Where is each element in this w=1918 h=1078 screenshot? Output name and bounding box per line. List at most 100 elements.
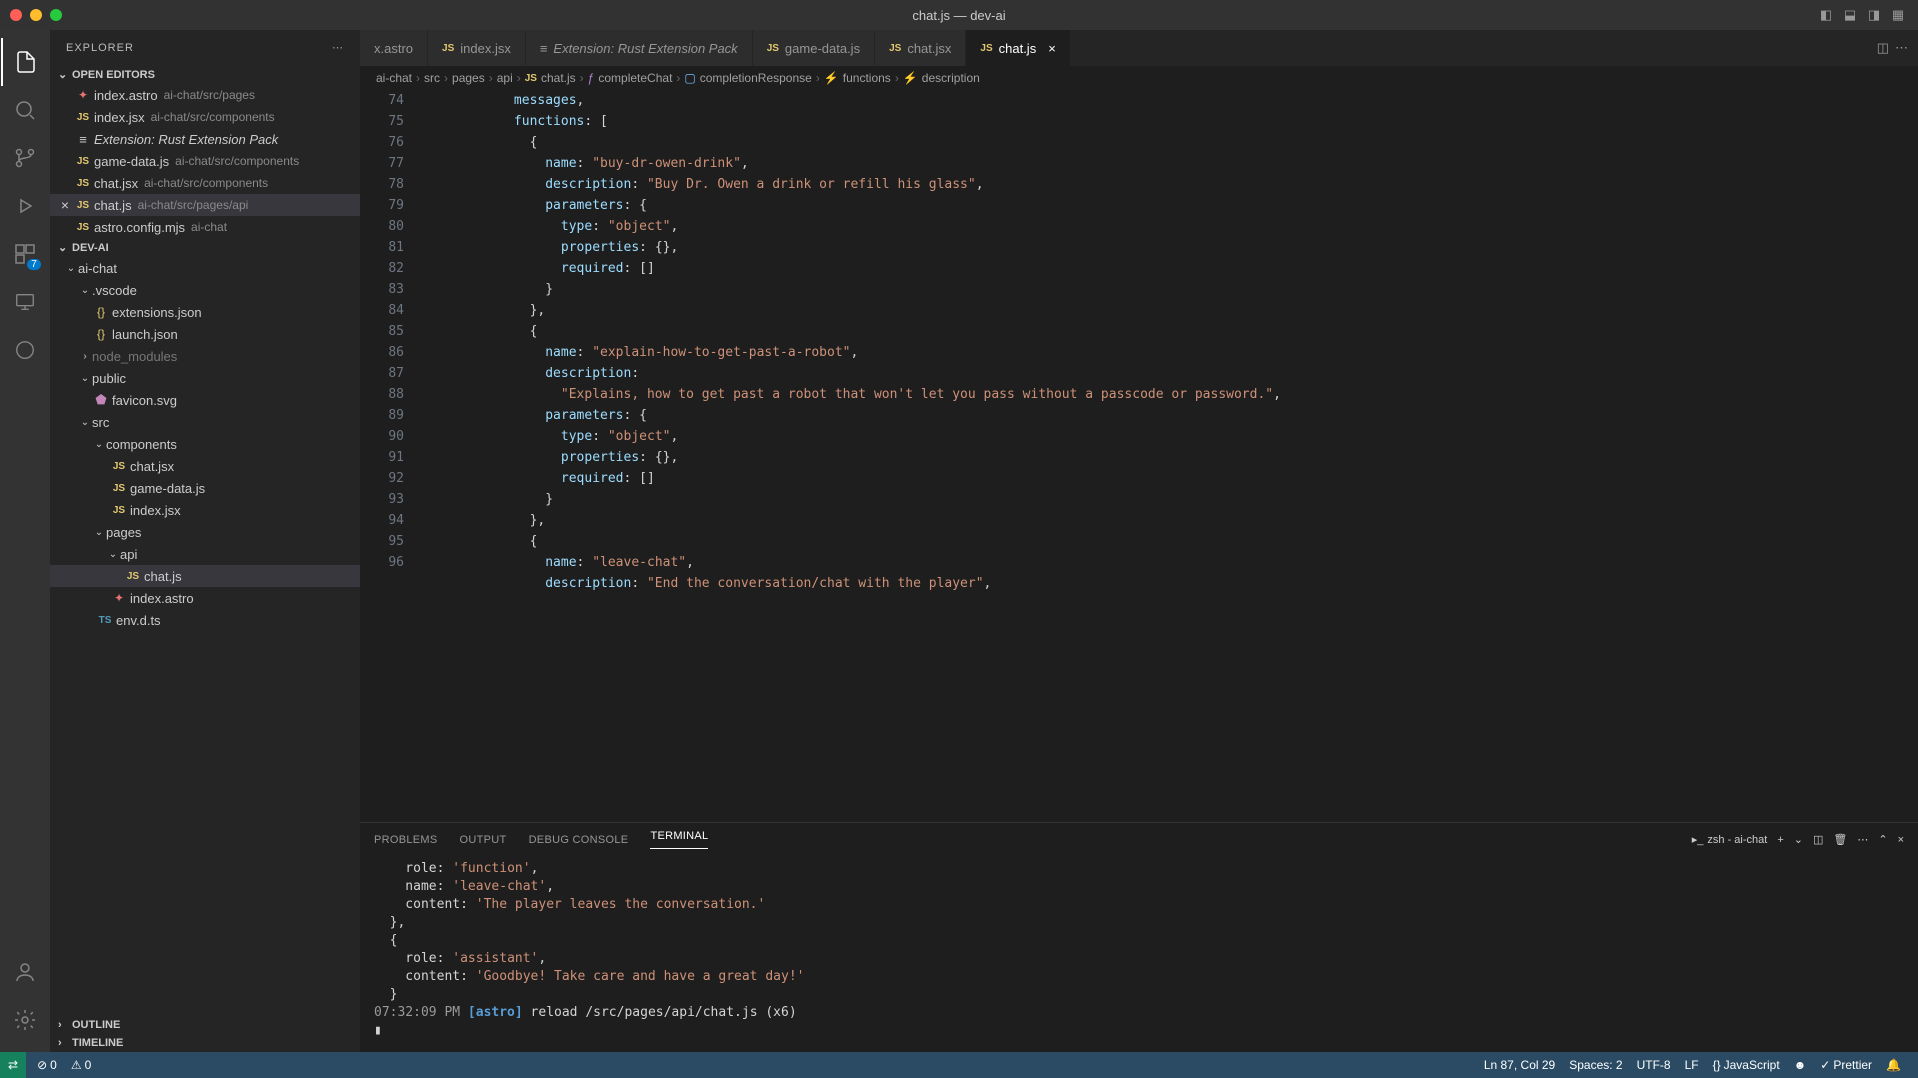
folder-pages[interactable]: ⌄ pages bbox=[50, 521, 360, 543]
tab-index-jsx[interactable]: JS index.jsx bbox=[428, 30, 526, 66]
folder-node-modules[interactable]: › node_modules bbox=[50, 345, 360, 367]
chevron-down-icon: ⌄ bbox=[58, 68, 72, 81]
file-extensions-json[interactable]: {} extensions.json bbox=[50, 301, 360, 323]
file-env-dts[interactable]: TS env.d.ts bbox=[50, 609, 360, 631]
kill-terminal-icon[interactable]: 🗑 bbox=[1833, 833, 1847, 846]
remote-icon: ⇄ bbox=[8, 1058, 18, 1072]
editor-item[interactable]: JS chat.jsx ai-chat/src/components bbox=[50, 172, 360, 194]
folder-api[interactable]: ⌄ api bbox=[50, 543, 360, 565]
language-mode[interactable]: {} JavaScript bbox=[1706, 1058, 1787, 1072]
settings-activity[interactable] bbox=[1, 996, 49, 1044]
cursor-position[interactable]: Ln 87, Col 29 bbox=[1477, 1058, 1562, 1072]
file-index-astro[interactable]: ✦ index.astro bbox=[50, 587, 360, 609]
timeline-header[interactable]: › TIMELINE bbox=[50, 1034, 360, 1052]
layout-sidebar-left-icon[interactable]: ◧ bbox=[1816, 7, 1836, 23]
jsx-icon: JS bbox=[889, 43, 901, 54]
astro-icon: ✦ bbox=[74, 88, 92, 102]
tab-rust-extension[interactable]: ≡ Extension: Rust Extension Pack bbox=[526, 30, 753, 66]
editor-item[interactable]: JS index.jsx ai-chat/src/components bbox=[50, 106, 360, 128]
editor-item[interactable]: JS astro.config.mjs ai-chat bbox=[50, 216, 360, 238]
account-icon bbox=[13, 960, 37, 984]
remote-icon bbox=[14, 291, 36, 313]
layout-panel-icon[interactable]: ⬓ bbox=[1840, 7, 1860, 23]
open-editors-header[interactable]: ⌄ OPEN EDITORS bbox=[50, 65, 360, 84]
branch-icon bbox=[13, 146, 37, 170]
debug-console-tab[interactable]: DEBUG CONSOLE bbox=[529, 834, 629, 846]
customize-layout-icon[interactable]: ▦ bbox=[1888, 7, 1908, 23]
jsx-icon: JS bbox=[110, 461, 128, 472]
close-window-button[interactable] bbox=[10, 9, 22, 21]
search-activity[interactable] bbox=[1, 86, 49, 134]
code-content[interactable]: messages, functions: [ { name: "buy-dr-o… bbox=[420, 90, 1918, 822]
account-activity[interactable] bbox=[1, 948, 49, 996]
more-icon[interactable]: ⋯ bbox=[1857, 833, 1868, 846]
jsx-icon: JS bbox=[110, 505, 128, 516]
sidebar-more-icon[interactable]: ⋯ bbox=[332, 41, 344, 54]
code-editor[interactable]: 7475767778798081828384858687888990919293… bbox=[360, 90, 1918, 822]
problems-tab[interactable]: PROBLEMS bbox=[374, 834, 438, 846]
close-panel-icon[interactable]: × bbox=[1898, 834, 1904, 846]
folder-public[interactable]: ⌄ public bbox=[50, 367, 360, 389]
bottom-panel: PROBLEMS OUTPUT DEBUG CONSOLE TERMINAL ▸… bbox=[360, 822, 1918, 1052]
terminal-output[interactable]: role: 'function', name: 'leave-chat', co… bbox=[360, 856, 1918, 1052]
indentation[interactable]: Spaces: 2 bbox=[1562, 1058, 1629, 1072]
tab-chat-js[interactable]: JS chat.js × bbox=[966, 30, 1070, 66]
folder-src[interactable]: ⌄ src bbox=[50, 411, 360, 433]
new-terminal-icon[interactable]: + bbox=[1777, 834, 1783, 846]
project-header[interactable]: ⌄ DEV-AI bbox=[50, 238, 360, 257]
editor-item-active[interactable]: × JS chat.js ai-chat/src/pages/api bbox=[50, 194, 360, 216]
file-chat-js[interactable]: JS chat.js bbox=[50, 565, 360, 587]
terminal-tab[interactable]: TERMINAL bbox=[650, 830, 708, 849]
scm-activity[interactable] bbox=[1, 134, 49, 182]
list-icon: ≡ bbox=[540, 41, 548, 56]
json-icon: {} bbox=[92, 305, 110, 319]
maximize-panel-icon[interactable]: ⌃ bbox=[1878, 833, 1887, 846]
terminal-shell-selector[interactable]: ▸_ zsh - ai-chat bbox=[1692, 833, 1768, 846]
file-index-jsx[interactable]: JS index.jsx bbox=[50, 499, 360, 521]
close-tab-icon[interactable]: × bbox=[1048, 41, 1056, 56]
notifications-icon[interactable]: 🔔 bbox=[1879, 1058, 1908, 1072]
encoding[interactable]: UTF-8 bbox=[1630, 1058, 1678, 1072]
close-editor-icon[interactable]: × bbox=[56, 197, 74, 213]
outline-header[interactable]: › OUTLINE bbox=[50, 1016, 360, 1034]
extensions-activity[interactable]: 7 bbox=[1, 230, 49, 278]
files-icon bbox=[14, 50, 38, 74]
function-icon: ƒ bbox=[588, 71, 595, 85]
chevron-down-icon[interactable]: ⌄ bbox=[1794, 833, 1803, 846]
js-icon: JS bbox=[74, 222, 92, 233]
folder-ai-chat[interactable]: ⌄ ai-chat bbox=[50, 257, 360, 279]
json-icon: {} bbox=[92, 327, 110, 341]
layout-sidebar-right-icon[interactable]: ◨ bbox=[1864, 7, 1884, 23]
more-actions-icon[interactable]: ⋯ bbox=[1895, 40, 1908, 56]
editor-item[interactable]: ✦ index.astro ai-chat/src/pages bbox=[50, 84, 360, 106]
tab-chat-jsx[interactable]: JS chat.jsx bbox=[875, 30, 966, 66]
editor-item[interactable]: ≡ Extension: Rust Extension Pack bbox=[50, 128, 360, 150]
output-tab[interactable]: OUTPUT bbox=[460, 834, 507, 846]
minimize-window-button[interactable] bbox=[30, 9, 42, 21]
edge-activity[interactable] bbox=[1, 326, 49, 374]
debug-activity[interactable] bbox=[1, 182, 49, 230]
file-launch-json[interactable]: {} launch.json bbox=[50, 323, 360, 345]
remote-indicator[interactable]: ⇄ bbox=[0, 1052, 26, 1078]
editor-item[interactable]: JS game-data.js ai-chat/src/components bbox=[50, 150, 360, 172]
feedback-icon[interactable]: ☻ bbox=[1787, 1058, 1814, 1072]
warnings-indicator[interactable]: ⚠0 bbox=[64, 1058, 98, 1072]
file-favicon[interactable]: ⬟ favicon.svg bbox=[50, 389, 360, 411]
tab-index-astro[interactable]: x.astro bbox=[360, 30, 428, 66]
explorer-activity[interactable] bbox=[1, 38, 49, 86]
breadcrumb[interactable]: ai-chat› src› pages› api› JS chat.js› ƒ … bbox=[360, 66, 1918, 90]
folder-components[interactable]: ⌄ components bbox=[50, 433, 360, 455]
folder-vscode[interactable]: ⌄ .vscode bbox=[50, 279, 360, 301]
eol[interactable]: LF bbox=[1678, 1058, 1706, 1072]
jsx-icon: JS bbox=[74, 178, 92, 189]
split-terminal-icon[interactable]: ◫ bbox=[1813, 833, 1823, 846]
file-game-data[interactable]: JS game-data.js bbox=[50, 477, 360, 499]
file-chat-jsx[interactable]: JS chat.jsx bbox=[50, 455, 360, 477]
astro-icon: ✦ bbox=[110, 591, 128, 605]
tab-game-data[interactable]: JS game-data.js bbox=[753, 30, 875, 66]
maximize-window-button[interactable] bbox=[50, 9, 62, 21]
remote-activity[interactable] bbox=[1, 278, 49, 326]
prettier-status[interactable]: ✓ Prettier bbox=[1813, 1058, 1879, 1072]
split-editor-icon[interactable]: ◫ bbox=[1877, 40, 1889, 56]
errors-indicator[interactable]: ⊘0 bbox=[30, 1058, 64, 1072]
